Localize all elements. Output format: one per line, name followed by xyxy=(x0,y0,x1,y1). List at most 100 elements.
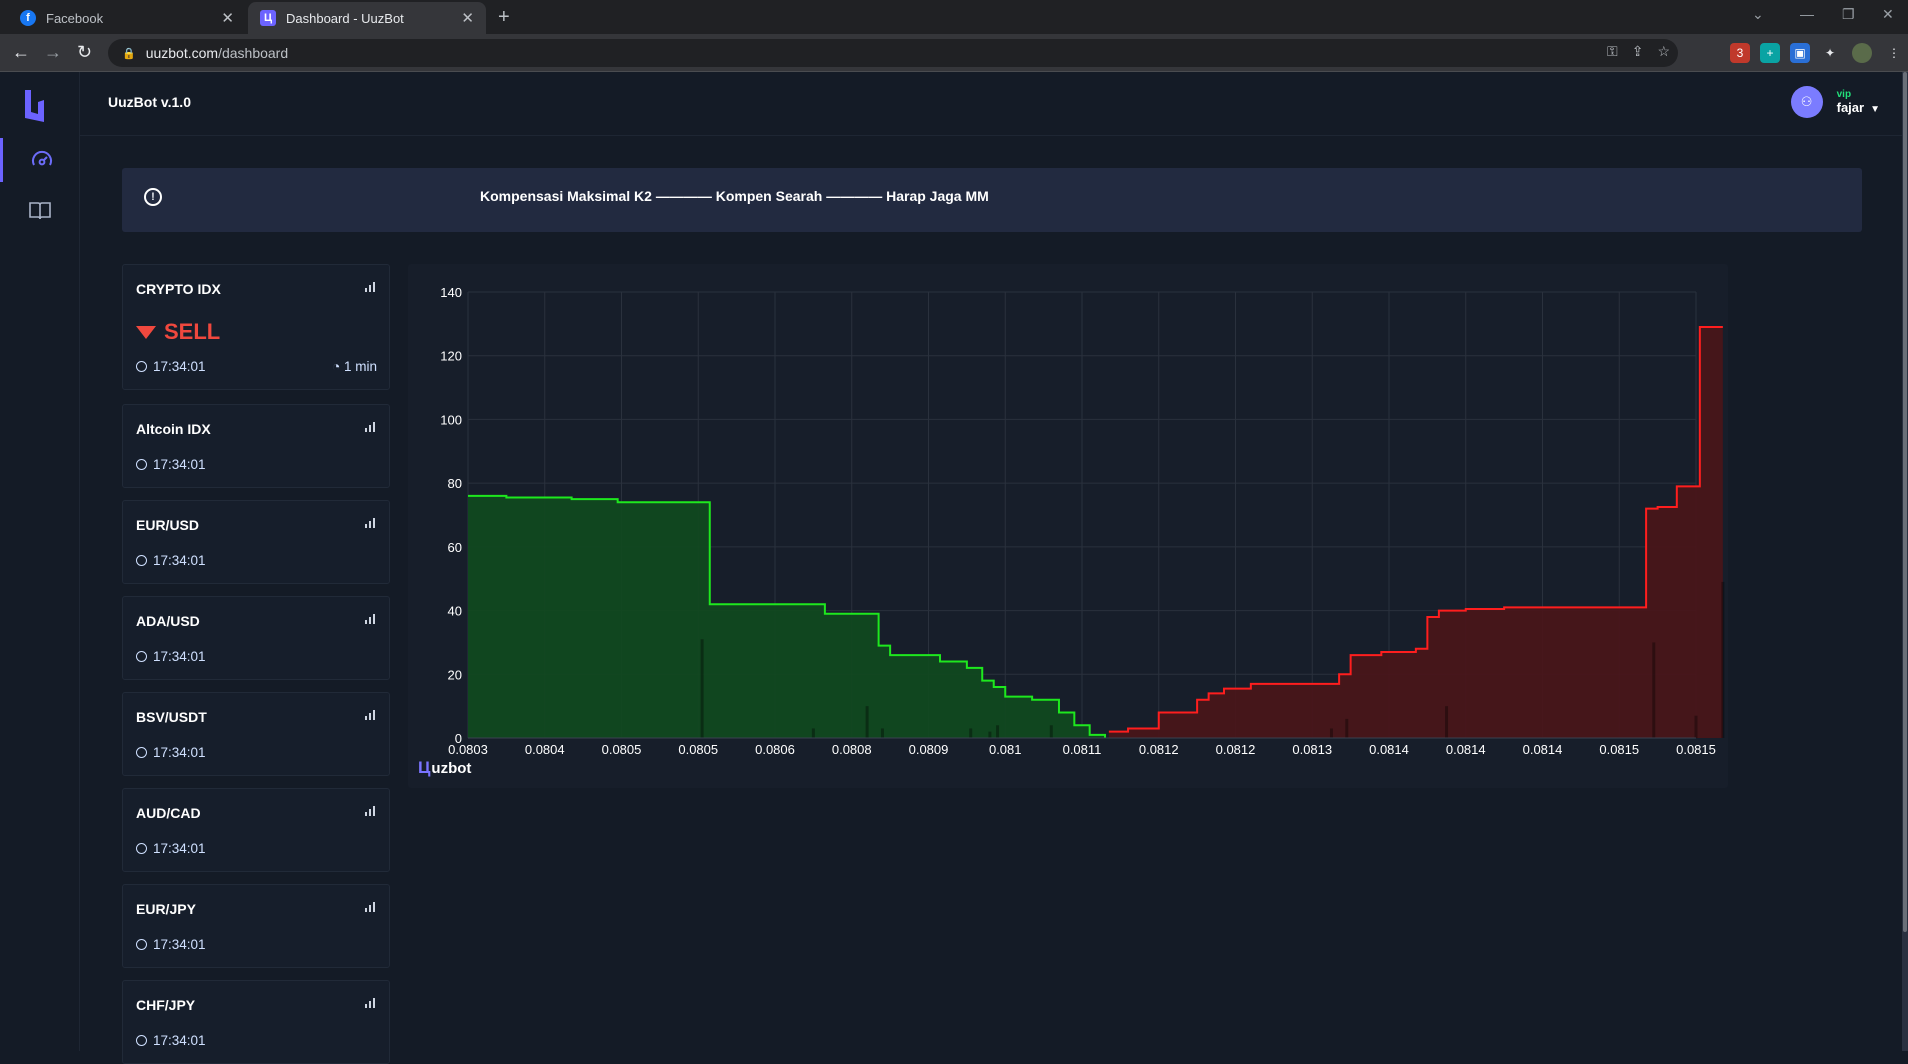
depth-chart-svg: 0204060801001201400.0803 0.0804 0.0805 0.08… xyxy=(440,285,1725,757)
bookmark-star-icon[interactable]: ☆ xyxy=(1657,43,1670,60)
bar-chart-icon[interactable] xyxy=(365,998,375,1008)
market-card[interactable]: CHF/JPY 17:34:01 xyxy=(122,980,390,1064)
depth-chart: 0 20 40 60 80 100 120 140 0.0803 0.0804 0.0805 0.08… xyxy=(408,264,1728,788)
x-tick-label: 0.0812 xyxy=(1216,742,1256,757)
card-time: 17:34:01 xyxy=(136,1033,206,1048)
y-tick-label: 100 xyxy=(440,412,462,427)
facebook-icon: f xyxy=(20,10,36,26)
key-icon[interactable]: ⚿ xyxy=(1607,43,1618,60)
close-tab-icon[interactable]: ✕ xyxy=(221,9,234,27)
volume-bar xyxy=(700,639,704,738)
x-tick-label: 0.0809 xyxy=(909,742,949,757)
time-text: 17:34:01 xyxy=(153,649,206,664)
market-name: CHF/JPY xyxy=(136,997,196,1013)
profile-avatar-icon[interactable] xyxy=(1852,43,1872,63)
browser-tab-bar: f Facebook ✕ Ц Dashboard - UuzBot ✕ + ⌄ … xyxy=(0,0,1908,34)
extension-icon[interactable]: 3 xyxy=(1730,43,1750,63)
url-field[interactable]: 🔒 uuzbot.com /dashboard ⚿ ⇪ ☆ xyxy=(108,39,1678,67)
page-scrollbar[interactable] xyxy=(1902,72,1908,1051)
avatar[interactable]: ⚇ xyxy=(1790,86,1823,118)
volume-bar xyxy=(865,706,869,738)
bar-chart-icon[interactable] xyxy=(365,806,375,816)
bar-chart-icon[interactable] xyxy=(365,614,375,624)
restore-button[interactable]: ❐ xyxy=(1842,6,1855,23)
clock-icon xyxy=(136,747,147,758)
x-tick-label: 0.0808 xyxy=(832,742,872,757)
tab-title: Dashboard - UuzBot xyxy=(286,10,404,26)
time-text: 17:34:01 xyxy=(153,937,206,952)
market-card[interactable]: EUR/USD 17:34:01 xyxy=(122,500,390,584)
user-menu[interactable]: ⚇ vip fajar ▼ xyxy=(1790,86,1880,118)
card-time: 17:34:01 xyxy=(136,841,206,856)
card-time: 17:34:01 xyxy=(136,457,206,472)
market-name: EUR/JPY xyxy=(136,901,196,917)
volume-bar xyxy=(811,728,815,738)
watermark-text: uzbot xyxy=(431,759,472,777)
bid-area xyxy=(468,495,1106,738)
x-tick-label: 0.0805 xyxy=(602,742,642,757)
uuzbot-logo-icon[interactable] xyxy=(22,88,48,124)
y-tick-label: 60 xyxy=(448,540,462,555)
x-tick-label: 0.0815 xyxy=(1599,742,1639,757)
extension-plus-icon[interactable]: + xyxy=(1760,43,1780,63)
tab-title: Facebook xyxy=(46,10,104,26)
card-time: 17:34:01 xyxy=(136,937,206,952)
tab-facebook[interactable]: f Facebook ✕ xyxy=(8,2,246,34)
y-tick-label: 20 xyxy=(448,667,462,682)
market-card[interactable]: ADA/USD 17:34:01 xyxy=(122,596,390,680)
x-tick-label: 0.0814 xyxy=(1369,742,1409,757)
x-tick-label: 0.0805 xyxy=(678,742,718,757)
forward-icon[interactable]: → xyxy=(44,42,62,63)
volume-bar xyxy=(996,725,1000,738)
sidebar-item-docs[interactable] xyxy=(0,188,80,232)
market-card[interactable]: BSV/USDT 17:34:01 xyxy=(122,692,390,776)
user-name-text: fajar xyxy=(1836,100,1865,115)
scrollbar-thumb[interactable] xyxy=(1903,72,1907,932)
y-tick-label: 120 xyxy=(440,349,462,364)
user-role: vip xyxy=(1836,89,1852,100)
time-text: 17:34:01 xyxy=(153,359,206,374)
time-text: 17:34:01 xyxy=(153,457,206,472)
uuzbot-logo-icon: Ц xyxy=(418,758,431,777)
market-name: ADA/USD xyxy=(136,613,200,629)
menu-kebab-icon[interactable]: ⋮ xyxy=(1884,43,1904,63)
volume-bar xyxy=(1721,581,1725,738)
back-icon[interactable]: ← xyxy=(12,42,30,63)
new-tab-button[interactable]: + xyxy=(498,6,510,29)
close-tab-icon[interactable]: ✕ xyxy=(461,9,474,27)
signal-badge: SELL xyxy=(136,319,220,345)
puzzle-icon[interactable]: ✦ xyxy=(1820,43,1840,63)
bar-chart-icon[interactable] xyxy=(365,710,375,720)
market-card[interactable]: EUR/JPY 17:34:01 xyxy=(122,884,390,968)
bar-chart-icon[interactable] xyxy=(365,282,375,292)
card-time: 17:34:01 xyxy=(136,649,206,664)
volume-bar xyxy=(1049,725,1053,738)
timeframe: ◔ 1 min xyxy=(332,359,377,374)
reload-icon[interactable]: ↻ xyxy=(77,42,92,63)
bar-chart-icon[interactable] xyxy=(365,422,375,432)
market-name: AUD/CAD xyxy=(136,805,201,821)
clock-icon xyxy=(136,1035,147,1046)
time-text: 17:34:01 xyxy=(153,841,206,856)
ask-area xyxy=(1108,327,1723,738)
bar-chart-icon[interactable] xyxy=(365,902,375,912)
market-name: EUR/USD xyxy=(136,517,200,533)
app-brand: UuzBot v.1.0 xyxy=(108,94,191,110)
tab-dashboard[interactable]: Ц Dashboard - UuzBot ✕ xyxy=(248,2,486,34)
bar-chart-icon[interactable] xyxy=(365,518,375,528)
market-card[interactable]: Altcoin IDX 17:34:01 xyxy=(122,404,390,488)
chevron-down-icon[interactable]: ▼ xyxy=(1870,104,1880,115)
market-name: Altcoin IDX xyxy=(136,421,211,437)
y-tick-label: 140 xyxy=(440,285,462,300)
market-card[interactable]: AUD/CAD 17:34:01 xyxy=(122,788,390,872)
extension-window-icon[interactable]: ▣ xyxy=(1790,43,1810,63)
minimize-button[interactable]: — xyxy=(1800,6,1814,22)
tab-search-icon[interactable]: ⌄ xyxy=(1752,6,1764,23)
market-card[interactable]: CRYPTO IDX SELL 17:34:01 ◔ 1 min xyxy=(122,264,390,390)
share-icon[interactable]: ⇪ xyxy=(1632,43,1644,60)
alert-message: Kompensasi Maksimal K2 ———— Kompen Seara… xyxy=(480,188,989,204)
x-tick-label: 0.0804 xyxy=(525,742,565,757)
timeframe-text: 1 min xyxy=(343,359,377,374)
close-window-button[interactable]: ✕ xyxy=(1882,6,1894,23)
sidebar-item-dashboard[interactable] xyxy=(0,138,80,182)
